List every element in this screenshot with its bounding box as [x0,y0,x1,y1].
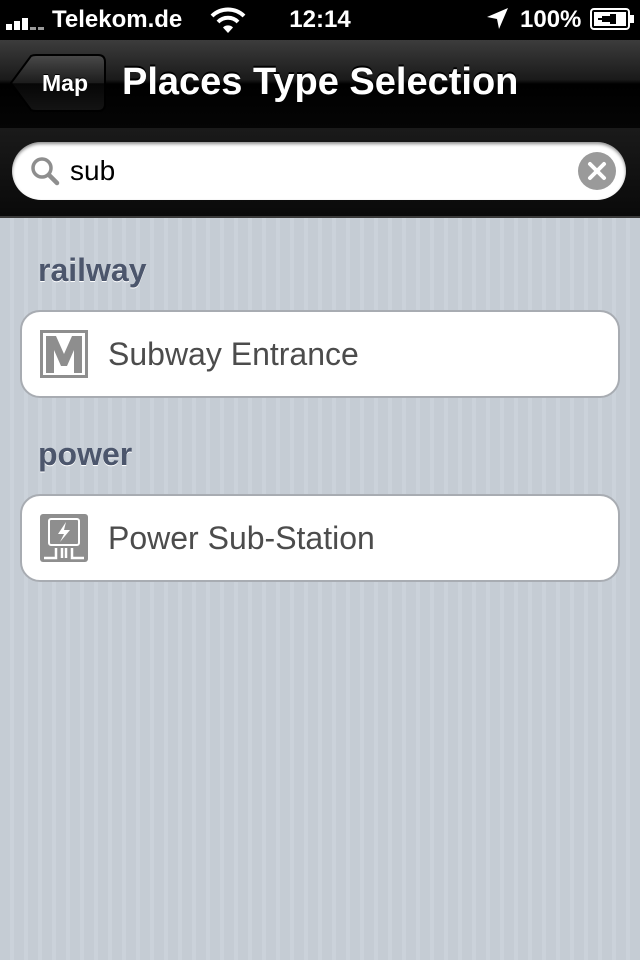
clear-search-button[interactable] [578,152,616,190]
subway-icon [40,330,88,378]
power-substation-icon [40,514,88,562]
search-field[interactable] [12,142,626,200]
back-button-label: Map [42,70,88,96]
list-item-subway-entrance[interactable]: Subway Entrance [20,310,620,398]
page-title: Places Type Selection [122,61,519,103]
search-input[interactable] [70,142,570,200]
back-button[interactable]: Map [10,54,106,112]
navigation-bar: Map Places Type Selection [0,40,640,129]
list-item-power-substation[interactable]: Power Sub-Station [20,494,620,582]
section-header-power: power [38,436,133,472]
location-arrow-icon [487,8,508,29]
list-item-label: Power Sub-Station [108,520,375,556]
battery-percent: 100% [520,6,582,33]
section-header-railway: railway [38,252,147,288]
battery-charging-icon [590,8,634,30]
list-item-label: Subway Entrance [108,336,359,372]
search-bar [0,128,640,218]
search-icon [31,157,60,186]
clear-icon [588,162,606,180]
status-bar: Telekom.de 12:14 100% [0,0,640,40]
